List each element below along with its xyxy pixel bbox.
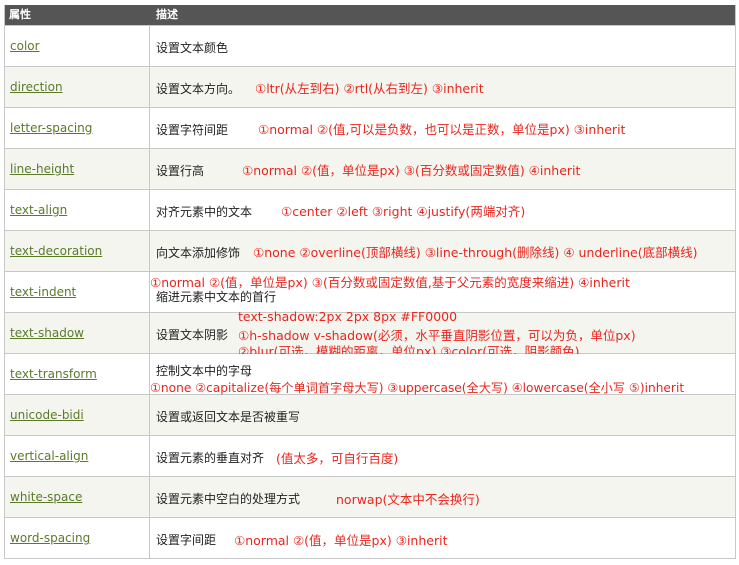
property-link-text-decoration[interactable]: text-decoration [10,244,102,258]
property-cell: direction [5,67,150,107]
property-cell: text-shadow [5,313,150,353]
description-text: 向文本添加修饰 [156,246,241,260]
property-cell: text-indent [5,272,150,312]
description-cell: 设置字符间距 ①normal ②(值,可以是负数，也可以是正数，单位是px) ③… [150,108,735,148]
description-text: 设置元素中空白的处理方式 [156,492,301,506]
table-row: text-transform 控制文本中的字母 ①none ②capitaliz… [5,353,735,395]
description-cell: 控制文本中的字母 ①none ②capitalize(每个单词首字母大写) ③u… [150,354,735,395]
table-row: text-decoration 向文本添加修饰 ①none ②overline(… [5,230,735,271]
description-text: 设置文本阴影 [156,328,229,342]
property-link-vertical-align[interactable]: vertical-align [10,449,88,463]
description-cell: 设置元素的垂直对齐 (值太多，可自行百度) [150,436,735,476]
table-row: text-shadow text-shadow:2px 2px 8px #FF0… [5,309,735,359]
description-cell: 设置字间距 ①normal ②(值，单位是px) ③inherit [150,518,735,558]
css-text-properties-table: 属性 描述 color 设置文本颜色 direction 设置文本方向。 ①lt… [4,5,736,559]
property-cell: word-spacing [5,518,150,558]
property-link-text-shadow[interactable]: text-shadow [10,326,84,340]
table-row: text-indent ①normal ②(值，单位是px) ③(百分数或固定数… [5,271,735,312]
property-cell: line-height [5,149,150,189]
description-cell: ①normal ②(值，单位是px) ③(百分数或固定数值,基于父元素的宽度来缩… [150,272,735,312]
description-text: 缩进元素中文本的首行 [156,290,277,304]
annotation-note: text-shadow:2px 2px 8px #FF0000 [238,309,458,324]
property-cell: vertical-align [5,436,150,476]
description-cell: 设置元素中空白的处理方式 norwap(文本中不会换行) [150,477,735,517]
property-cell: color [5,26,150,66]
table-row: vertical-align 设置元素的垂直对齐 (值太多，可自行百度) [5,435,735,476]
description-text: 设置文本方向。 [156,82,241,96]
property-link-direction[interactable]: direction [10,80,63,94]
description-cell: 设置文本颜色 [150,26,735,66]
annotation-note: ①none ②overline(顶部横线) ③line-through(删除线)… [253,245,698,260]
property-link-line-height[interactable]: line-height [10,162,74,176]
annotation-note: ①ltr(从左到右) ②rtl(从右到左) ③inherit [255,81,484,96]
property-link-letter-spacing[interactable]: letter-spacing [10,121,92,135]
annotation-note: (值太多，可自行百度) [276,451,399,466]
table-row: unicode-bidi 设置或返回文本是否被重写 [5,394,735,435]
property-link-word-spacing[interactable]: word-spacing [10,531,90,545]
property-link-text-indent[interactable]: text-indent [10,285,76,299]
table-row: direction 设置文本方向。 ①ltr(从左到右) ②rtl(从右到左) … [5,66,735,107]
property-link-text-transform[interactable]: text-transform [10,367,97,381]
description-text: 设置文本颜色 [156,41,229,55]
property-cell: letter-spacing [5,108,150,148]
description-text: 设置字符间距 [156,123,229,137]
description-cell: 向文本添加修饰 ①none ②overline(顶部横线) ③line-thro… [150,231,735,271]
header-description: 描述 [156,8,178,21]
description-text: 设置元素的垂直对齐 [156,451,265,465]
property-link-white-space[interactable]: white-space [10,490,82,504]
annotation-note: norwap(文本中不会换行) [336,492,480,507]
description-cell: 设置或返回文本是否被重写 [150,395,735,435]
property-cell: text-decoration [5,231,150,271]
table-row: letter-spacing 设置字符间距 ①normal ②(值,可以是负数，… [5,107,735,148]
annotation-note: ①center ②left ③right ④justify(两端对齐) [281,204,526,219]
table-row: color 设置文本颜色 [5,25,735,66]
table-row: line-height 设置行高 ①normal ②(值，单位是px) ③(百分… [5,148,735,189]
description-cell: 对齐元素中的文本 ①center ②left ③right ④justify(两… [150,190,735,230]
property-link-unicode-bidi[interactable]: unicode-bidi [10,408,84,422]
header-property: 属性 [9,8,31,21]
annotation-note: ①normal ②(值,可以是负数，也可以是正数，单位是px) ③inherit [258,122,626,137]
table-row: word-spacing 设置字间距 ①normal ②(值，单位是px) ③i… [5,517,735,559]
description-cell: 设置文本方向。 ①ltr(从左到右) ②rtl(从右到左) ③inherit [150,67,735,107]
description-text: 设置行高 [156,164,205,178]
description-text: 设置字间距 [156,533,217,547]
description-text: 对齐元素中的文本 [156,205,253,219]
property-cell: white-space [5,477,150,517]
description-text: 控制文本中的字母 [156,364,253,378]
description-text: 设置或返回文本是否被重写 [156,410,301,424]
property-cell: text-transform [5,354,150,394]
property-cell: unicode-bidi [5,395,150,435]
table-header: 属性 描述 [5,5,735,25]
annotation-note: ①none ②capitalize(每个单词首字母大写) ③uppercase(… [150,381,685,395]
property-cell: text-align [5,190,150,230]
description-cell: text-shadow:2px 2px 8px #FF0000 设置文本阴影 ①… [150,309,735,359]
table-row: white-space 设置元素中空白的处理方式 norwap(文本中不会换行) [5,476,735,517]
annotation-note: ①normal ②(值，单位是px) ③inherit [234,533,448,548]
property-link-color[interactable]: color [10,39,40,53]
description-cell: 设置行高 ①normal ②(值，单位是px) ③(百分数或固定数值) ④inh… [150,149,735,189]
annotation-note: ①normal ②(值，单位是px) ③(百分数或固定数值) ④inherit [242,163,581,178]
property-link-text-align[interactable]: text-align [10,203,67,217]
table-row: text-align 对齐元素中的文本 ①center ②left ③right… [5,189,735,230]
